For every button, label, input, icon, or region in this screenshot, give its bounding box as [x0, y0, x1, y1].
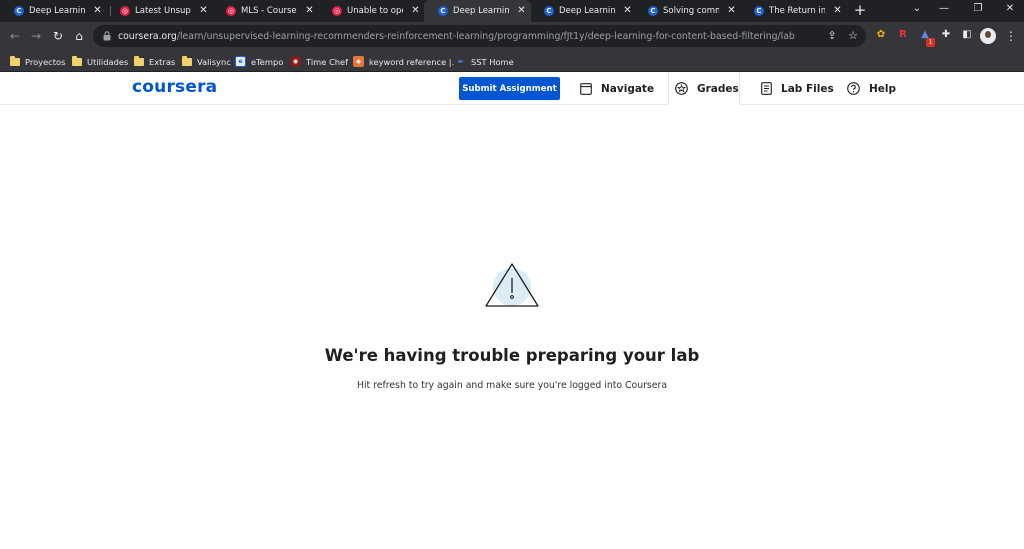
tab-title: Unable to open l	[347, 6, 403, 16]
coursera-favicon-icon: C	[648, 6, 658, 16]
navigate-button[interactable]: Navigate	[580, 77, 654, 100]
tab-close-icon[interactable]: ✕	[832, 5, 843, 16]
bookmark-link[interactable]: ◆ keyword reference |...	[353, 54, 460, 69]
submit-assignment-button[interactable]: Submit Assignment	[459, 77, 560, 100]
tab-title: Solving common	[663, 6, 719, 16]
profile-avatar[interactable]	[980, 28, 996, 44]
help-label: Help	[869, 82, 897, 95]
tab-title: The Return in rei	[769, 6, 825, 16]
browser-tab[interactable]: ◎ MLS - Course 3 - ✕	[212, 0, 319, 22]
share-icon[interactable]: ⇪	[824, 25, 840, 47]
browser-menu-icon[interactable]: ⋮	[1005, 28, 1017, 44]
tab-title: Latest Unsupervis	[135, 6, 191, 16]
bookmark-label: Time Chef	[306, 56, 349, 67]
tab-close-icon[interactable]: ✕	[410, 5, 421, 16]
browser-tab-strip: C Deep Learning fo ✕ ◎ Latest Unsupervis…	[0, 0, 1024, 22]
grades-button[interactable]: Grades	[675, 77, 739, 100]
bookmark-folder[interactable]: Utilidades	[72, 54, 128, 69]
extension-r-icon[interactable]: R	[896, 28, 910, 42]
bookmark-label: keyword reference |...	[369, 56, 460, 67]
bookmark-label: Utilidades	[87, 56, 129, 67]
tab-title: Deep Learning fo	[453, 6, 509, 16]
error-subtitle: Hit refresh to try again and make sure y…	[356, 380, 668, 391]
extension-icon[interactable]: ✿	[874, 28, 888, 42]
coursera-favicon-icon: C	[754, 6, 764, 16]
extension-badge: 1	[926, 38, 935, 47]
extensions-puzzle-icon[interactable]: ✚	[939, 28, 953, 42]
grades-icon	[675, 82, 688, 95]
tab-title: MLS - Course 3 -	[241, 6, 297, 16]
folder-icon	[72, 55, 82, 66]
bookmark-folder[interactable]: Valisync	[182, 54, 231, 69]
bookmark-link[interactable]: ◉ Time Chef	[290, 54, 348, 69]
tab-close-icon[interactable]: ✕	[304, 5, 315, 16]
lab-files-label: Lab Files	[781, 82, 834, 95]
navigate-icon	[580, 82, 592, 95]
coursera-favicon-icon: C	[438, 6, 448, 16]
etempo-icon: e	[235, 56, 246, 67]
keyword-icon: ◆	[353, 56, 364, 67]
address-bar[interactable]: coursera.org/learn/unsupervised-learning…	[93, 25, 866, 47]
url-path: /learn/unsupervised-learning-recommender…	[176, 30, 795, 42]
coursera-favicon-icon: C	[14, 6, 24, 16]
browser-tab[interactable]: C Solving common ✕	[634, 0, 741, 22]
tab-close-icon[interactable]: ✕	[726, 5, 737, 16]
browser-tab[interactable]: C The Return in rei ✕	[740, 0, 847, 22]
tab-title: Deep Learning fo	[559, 6, 615, 16]
restore-icon[interactable]: ❐	[970, 3, 986, 14]
error-title: We're having trouble preparing your lab	[324, 346, 700, 365]
tab-title: Deep Learning fo	[29, 6, 85, 16]
folder-icon	[134, 55, 144, 66]
forum-favicon-icon: ◎	[120, 6, 130, 16]
sst-icon: ▬	[455, 56, 466, 67]
browser-toolbar: ← → ↻ ⌂ coursera.org/learn/unsupervised-…	[0, 22, 1024, 51]
lab-files-button[interactable]: Lab Files	[761, 77, 834, 100]
warning-icon	[485, 263, 539, 307]
lab-files-icon	[761, 82, 772, 95]
forum-favicon-icon: ◎	[226, 6, 236, 16]
minimize-icon[interactable]: —	[936, 3, 952, 14]
home-icon[interactable]: ⌂	[71, 28, 87, 44]
folder-icon	[182, 55, 192, 66]
reload-icon[interactable]: ↻	[50, 28, 66, 44]
bookmark-link[interactable]: e eTempo	[235, 54, 283, 69]
grades-label: Grades	[697, 82, 739, 95]
bookmark-link[interactable]: ▬ SST Home	[455, 54, 514, 69]
browser-tab[interactable]: C Deep Learning fo ✕	[0, 0, 107, 22]
coursera-logo[interactable]: coursera	[132, 77, 217, 97]
folder-icon	[10, 55, 20, 66]
bookmarks-bar: Proyectos Utilidades Extras Valisync e e…	[0, 51, 1024, 72]
bookmark-folder[interactable]: Proyectos	[10, 54, 65, 69]
coursera-favicon-icon: C	[544, 6, 554, 16]
bookmark-label: eTempo	[251, 56, 284, 67]
tab-close-icon[interactable]: ✕	[516, 5, 527, 16]
new-tab-button[interactable]: +	[852, 2, 868, 18]
bookmark-folder[interactable]: Extras	[134, 54, 175, 69]
tab-close-icon[interactable]: ✕	[622, 5, 633, 16]
browser-tab-active[interactable]: C Deep Learning fo ✕	[424, 0, 531, 22]
close-window-icon[interactable]: ✕	[1002, 3, 1018, 14]
bookmark-label: SST Home	[471, 56, 514, 67]
help-icon	[847, 82, 860, 95]
url-host: coursera.org	[118, 30, 177, 42]
back-arrow-icon[interactable]: ←	[7, 28, 23, 44]
bookmark-star-icon[interactable]: ☆	[845, 25, 861, 47]
side-panel-icon[interactable]: ◧	[960, 28, 974, 42]
bookmark-label: Valisync	[197, 56, 231, 67]
tab-close-icon[interactable]: ✕	[198, 5, 209, 16]
lock-icon	[103, 31, 111, 41]
help-button[interactable]: Help	[847, 77, 896, 100]
forum-favicon-icon: ◎	[332, 6, 342, 16]
forward-arrow-icon[interactable]: →	[28, 28, 44, 44]
bookmark-label: Extras	[149, 56, 176, 67]
browser-tab[interactable]: ◎ Unable to open l ✕	[318, 0, 425, 22]
browser-tab[interactable]: ◎ Latest Unsupervis ✕	[106, 0, 213, 22]
browser-tab[interactable]: C Deep Learning fo ✕	[530, 0, 637, 22]
tab-search-icon[interactable]: ⌄	[909, 3, 925, 14]
navigate-label: Navigate	[601, 82, 655, 95]
bookmark-label: Proyectos	[25, 56, 66, 67]
tab-close-icon[interactable]: ✕	[92, 5, 103, 16]
timechef-icon: ◉	[290, 56, 301, 67]
